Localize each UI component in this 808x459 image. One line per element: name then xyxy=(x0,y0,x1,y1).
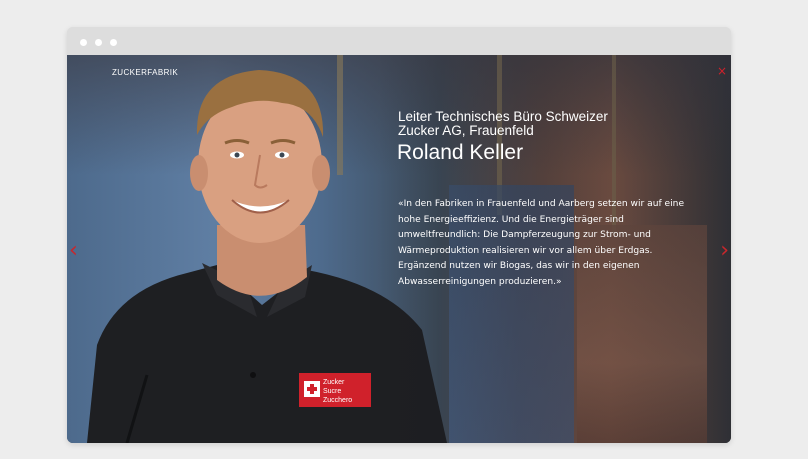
person-role-line: Zucker AG, Frauenfeld xyxy=(398,123,534,138)
quote-text: «In den Fabriken in Frauenfeld und Aarbe… xyxy=(398,199,685,287)
logo-text-line: Zucker xyxy=(323,379,345,386)
window-control-dot[interactable] xyxy=(110,39,117,46)
person-role: Leiter Technisches Büro Schweizer Zucker… xyxy=(398,110,698,138)
window-control-dot[interactable] xyxy=(80,39,87,46)
brand-label: ZUCKERFABRIK xyxy=(112,68,179,77)
next-slide-arrow-icon[interactable]: › xyxy=(720,240,729,262)
browser-window: Zucker Sucre Zucchero ZUCKERFABRIK × ‹ ›… xyxy=(67,27,731,443)
logo-text-line: Zucchero xyxy=(323,397,352,404)
window-titlebar xyxy=(67,27,731,55)
slideshow-viewport: Zucker Sucre Zucchero ZUCKERFABRIK × ‹ ›… xyxy=(67,55,731,443)
window-control-dot[interactable] xyxy=(95,39,102,46)
close-icon[interactable]: × xyxy=(717,65,729,77)
person-role-line: Leiter Technisches Büro Schweizer xyxy=(398,109,608,124)
previous-slide-arrow-icon[interactable]: ‹ xyxy=(69,240,78,262)
person-name: Roland Keller xyxy=(397,141,524,164)
logo-text-line: Sucre xyxy=(323,388,341,395)
